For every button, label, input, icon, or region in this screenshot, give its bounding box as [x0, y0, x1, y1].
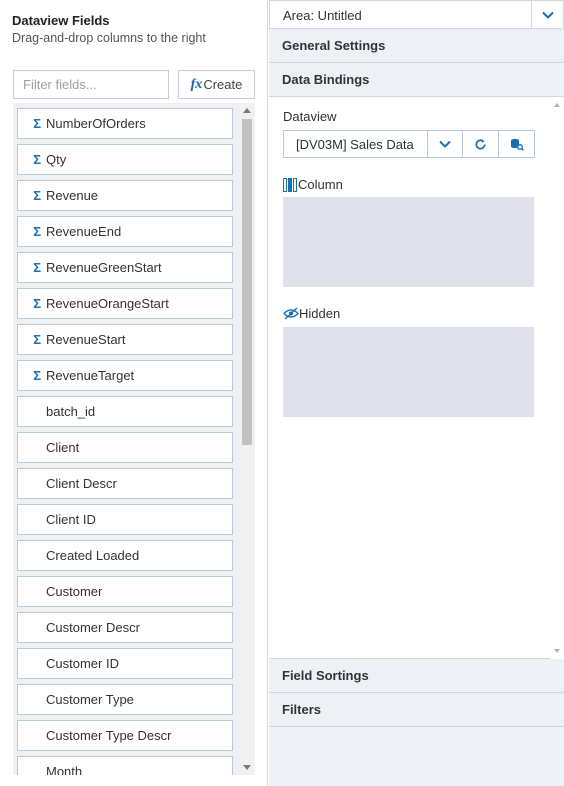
data-bindings-header[interactable]: Data Bindings: [269, 63, 564, 97]
field-label: Customer Type: [46, 692, 134, 707]
field-item[interactable]: Month: [17, 756, 233, 775]
sigma-icon: Σ: [33, 332, 41, 347]
chevron-down-icon: [439, 140, 451, 148]
sigma-icon: Σ: [33, 368, 41, 383]
scroll-down-icon[interactable]: [554, 649, 560, 653]
filter-fields-input[interactable]: [13, 70, 169, 99]
create-field-button[interactable]: fx Create: [178, 70, 255, 99]
field-list-scrollbar[interactable]: [239, 103, 255, 775]
field-label: Created Loaded: [46, 548, 140, 563]
eye-slash-icon: [283, 307, 299, 320]
field-item[interactable]: batch_id: [17, 396, 233, 427]
settings-panel: Area: Untitled General Settings Data Bin…: [269, 0, 564, 786]
field-label: Qty: [46, 152, 67, 167]
dataview-label: Dataview: [283, 109, 337, 124]
sigma-icon: Σ: [33, 260, 41, 275]
fx-icon: fx: [190, 76, 203, 92]
field-item[interactable]: Σ RevenueStart: [17, 324, 233, 355]
field-label: NumberOfOrders: [46, 116, 146, 131]
field-item[interactable]: Σ RevenueEnd: [17, 216, 233, 247]
filters-label: Filters: [282, 702, 322, 717]
field-label: Customer Descr: [46, 620, 140, 635]
field-label: RevenueEnd: [46, 224, 122, 239]
field-item[interactable]: Σ NumberOfOrders: [17, 108, 233, 139]
database-search-icon: [510, 138, 524, 151]
field-item[interactable]: Customer: [17, 576, 233, 607]
chevron-down-icon: [541, 11, 554, 19]
field-label: RevenueStart: [46, 332, 126, 347]
field-item[interactable]: Customer ID: [17, 648, 233, 679]
sigma-icon: Σ: [33, 152, 41, 167]
general-settings-label: General Settings: [282, 38, 386, 53]
refresh-icon: [475, 138, 486, 149]
sigma-icon: Σ: [33, 116, 41, 131]
area-selector[interactable]: Area: Untitled: [269, 0, 564, 29]
panel-subtitle: Drag-and-drop columns to the right: [12, 31, 206, 45]
data-bindings-label: Data Bindings: [282, 72, 370, 87]
field-label: RevenueTarget: [46, 368, 135, 383]
hidden-label: Hidden: [299, 306, 341, 321]
field-item[interactable]: Customer Descr: [17, 612, 233, 643]
field-item[interactable]: Σ RevenueGreenStart: [17, 252, 233, 283]
field-item[interactable]: Customer Type: [17, 684, 233, 715]
dataview-fields-panel: Dataview Fields Drag-and-drop columns to…: [0, 0, 268, 786]
filters-header[interactable]: Filters: [269, 693, 564, 727]
field-item[interactable]: Client: [17, 432, 233, 463]
dataview-details-button[interactable]: [499, 130, 535, 158]
scroll-thumb[interactable]: [242, 119, 252, 445]
bindings-scrollbar[interactable]: [550, 97, 564, 659]
area-label: Area: Untitled: [283, 8, 362, 23]
scroll-down-icon[interactable]: [243, 765, 251, 770]
area-dropdown-button[interactable]: [531, 1, 563, 28]
field-item[interactable]: Σ Qty: [17, 144, 233, 175]
data-bindings-body: Dataview [DV03M] Sales Data Column Hidde…: [269, 97, 564, 659]
field-item[interactable]: Customer Type Descr: [17, 720, 233, 751]
dataview-dropdown-button[interactable]: [427, 130, 463, 158]
column-label-row: Column: [283, 177, 343, 192]
field-sortings-header[interactable]: Field Sortings: [269, 659, 564, 693]
refresh-dataview-button[interactable]: [463, 130, 499, 158]
columns-icon: [283, 177, 297, 192]
column-label: Column: [298, 177, 343, 192]
dataview-select[interactable]: [DV03M] Sales Data: [283, 130, 428, 158]
general-settings-header[interactable]: General Settings: [269, 29, 564, 63]
field-label: Month: [46, 764, 83, 775]
field-item[interactable]: Created Loaded: [17, 540, 233, 571]
sigma-icon: Σ: [33, 224, 41, 239]
field-item[interactable]: Σ Revenue: [17, 180, 233, 211]
panel-title: Dataview Fields: [12, 13, 110, 28]
field-label: Client: [46, 440, 80, 455]
field-item[interactable]: Client ID: [17, 504, 233, 535]
field-sortings-label: Field Sortings: [282, 668, 369, 683]
field-label: RevenueGreenStart: [46, 260, 162, 275]
hidden-label-row: Hidden: [283, 306, 340, 321]
field-label: RevenueOrangeStart: [46, 296, 169, 311]
scroll-up-icon[interactable]: [243, 108, 251, 113]
scroll-up-icon[interactable]: [554, 103, 560, 107]
field-label: Client ID: [46, 512, 96, 527]
field-label: Customer Type Descr: [46, 728, 172, 743]
field-label: Customer: [46, 584, 103, 599]
field-label: Customer ID: [46, 656, 119, 671]
column-drop-zone[interactable]: [283, 197, 534, 287]
field-label: Client Descr: [46, 476, 117, 491]
field-list: Σ NumberOfOrders Σ Qty Σ Revenue Σ RevenueEnd Σ R…: [13, 103, 255, 775]
create-label: Create: [203, 77, 243, 92]
field-label: Revenue: [46, 188, 99, 203]
field-item[interactable]: Σ RevenueTarget: [17, 360, 233, 391]
hidden-drop-zone[interactable]: [283, 327, 534, 417]
field-item[interactable]: Client Descr: [17, 468, 233, 499]
sigma-icon: Σ: [33, 188, 41, 203]
sigma-icon: Σ: [33, 296, 41, 311]
field-label: batch_id: [46, 404, 96, 419]
field-item[interactable]: Σ RevenueOrangeStart: [17, 288, 233, 319]
field-items: Σ NumberOfOrders Σ Qty Σ Revenue Σ RevenueEnd Σ R…: [17, 108, 233, 775]
